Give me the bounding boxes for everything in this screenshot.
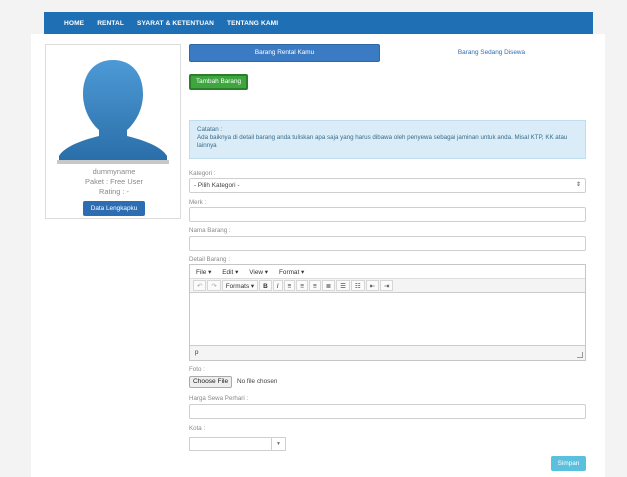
- category-label: Kategori :: [189, 170, 216, 177]
- navbar: HOME RENTAL SYARAT & KETENTUAN TENTANG K…: [44, 12, 593, 34]
- nav-terms[interactable]: SYARAT & KETENTUAN: [137, 20, 214, 27]
- note-alert: Catatan : Ada baiknya di detail barang a…: [189, 120, 586, 159]
- category-select[interactable]: - Pilih Kategori - ⇕: [189, 178, 586, 193]
- profile-card: dummyname Paket : Free User Rating : - D…: [45, 44, 181, 219]
- brand-label: Merk :: [189, 199, 207, 206]
- menu-view[interactable]: View ▾: [249, 268, 268, 276]
- tab-my-rentals[interactable]: Barang Rental Kamu: [189, 44, 380, 62]
- indent-icon[interactable]: ⇥: [379, 280, 394, 291]
- note-title: Catatan :: [197, 126, 223, 133]
- align-right-icon[interactable]: ≡: [309, 280, 321, 291]
- bold-icon[interactable]: B: [259, 280, 272, 291]
- item-name-input[interactable]: [189, 236, 586, 251]
- nav-home[interactable]: HOME: [64, 20, 84, 27]
- username: dummyname: [92, 167, 136, 176]
- city-label: Kota :: [189, 425, 206, 432]
- category-value: - Pilih Kategori -: [194, 182, 240, 189]
- photo-label: Foto :: [189, 366, 205, 373]
- nav-about[interactable]: TENTANG KAMI: [227, 20, 278, 27]
- editor-toolbar: ↶ ↷ Formats ▾ B I ≡ ≡ ≡ ≣ ☰ ☷ ⇤ ⇥: [190, 279, 585, 293]
- align-left-icon[interactable]: ≡: [283, 280, 296, 291]
- numbered-list-icon[interactable]: ☷: [350, 280, 365, 291]
- element-path: p: [195, 349, 199, 356]
- select-arrows-icon: ⇕: [575, 182, 581, 188]
- redo-icon[interactable]: ↷: [207, 280, 221, 291]
- note-body: Ada baiknya di detail barang anda tulisk…: [197, 134, 568, 149]
- city-select[interactable]: ▼: [189, 437, 286, 451]
- brand-input[interactable]: [189, 207, 586, 222]
- editor-menubar: File ▾ Edit ▾ View ▾ Format ▾: [190, 265, 585, 279]
- save-button[interactable]: Simpan: [551, 456, 586, 471]
- add-item-button[interactable]: Tambah Barang: [189, 74, 248, 90]
- price-label: Harga Sewa Perhari :: [189, 395, 249, 402]
- bullet-list-icon[interactable]: ☰: [336, 280, 350, 291]
- photo-file-input[interactable]: Choose File No file chosen: [189, 374, 586, 389]
- chevron-down-icon: ▼: [271, 438, 285, 450]
- details-button[interactable]: Data Lengkapku: [83, 201, 145, 216]
- italic-icon[interactable]: I: [272, 280, 283, 291]
- menu-format[interactable]: Format ▾: [279, 268, 304, 276]
- choose-file-button[interactable]: Choose File: [189, 376, 233, 388]
- item-detail-label: Detail Barang :: [189, 256, 230, 263]
- align-center-icon[interactable]: ≡: [296, 280, 309, 291]
- file-status: No file chosen: [236, 378, 278, 385]
- user-avatar-icon: [57, 60, 169, 164]
- menu-edit[interactable]: Edit ▾: [222, 268, 238, 276]
- rating: Rating : -: [99, 187, 129, 196]
- editor-statusbar: p: [190, 345, 585, 360]
- nav-rental[interactable]: RENTAL: [97, 20, 124, 27]
- rich-text-editor[interactable]: File ▾ Edit ▾ View ▾ Format ▾ ↶ ↷ Format…: [189, 264, 586, 361]
- tab-being-rented[interactable]: Barang Sedang Disewa: [396, 44, 587, 62]
- avatar: [53, 52, 173, 164]
- menu-file[interactable]: File ▾: [196, 268, 211, 276]
- item-name-label: Nama Barang :: [189, 227, 231, 234]
- outdent-icon[interactable]: ⇤: [365, 280, 379, 291]
- price-input[interactable]: [189, 404, 586, 419]
- resize-handle-icon[interactable]: [577, 352, 583, 358]
- undo-icon[interactable]: ↶: [193, 280, 207, 291]
- formats-dropdown[interactable]: Formats ▾: [221, 280, 259, 291]
- package: Paket : Free User: [85, 177, 143, 186]
- align-justify-icon[interactable]: ≣: [321, 280, 336, 291]
